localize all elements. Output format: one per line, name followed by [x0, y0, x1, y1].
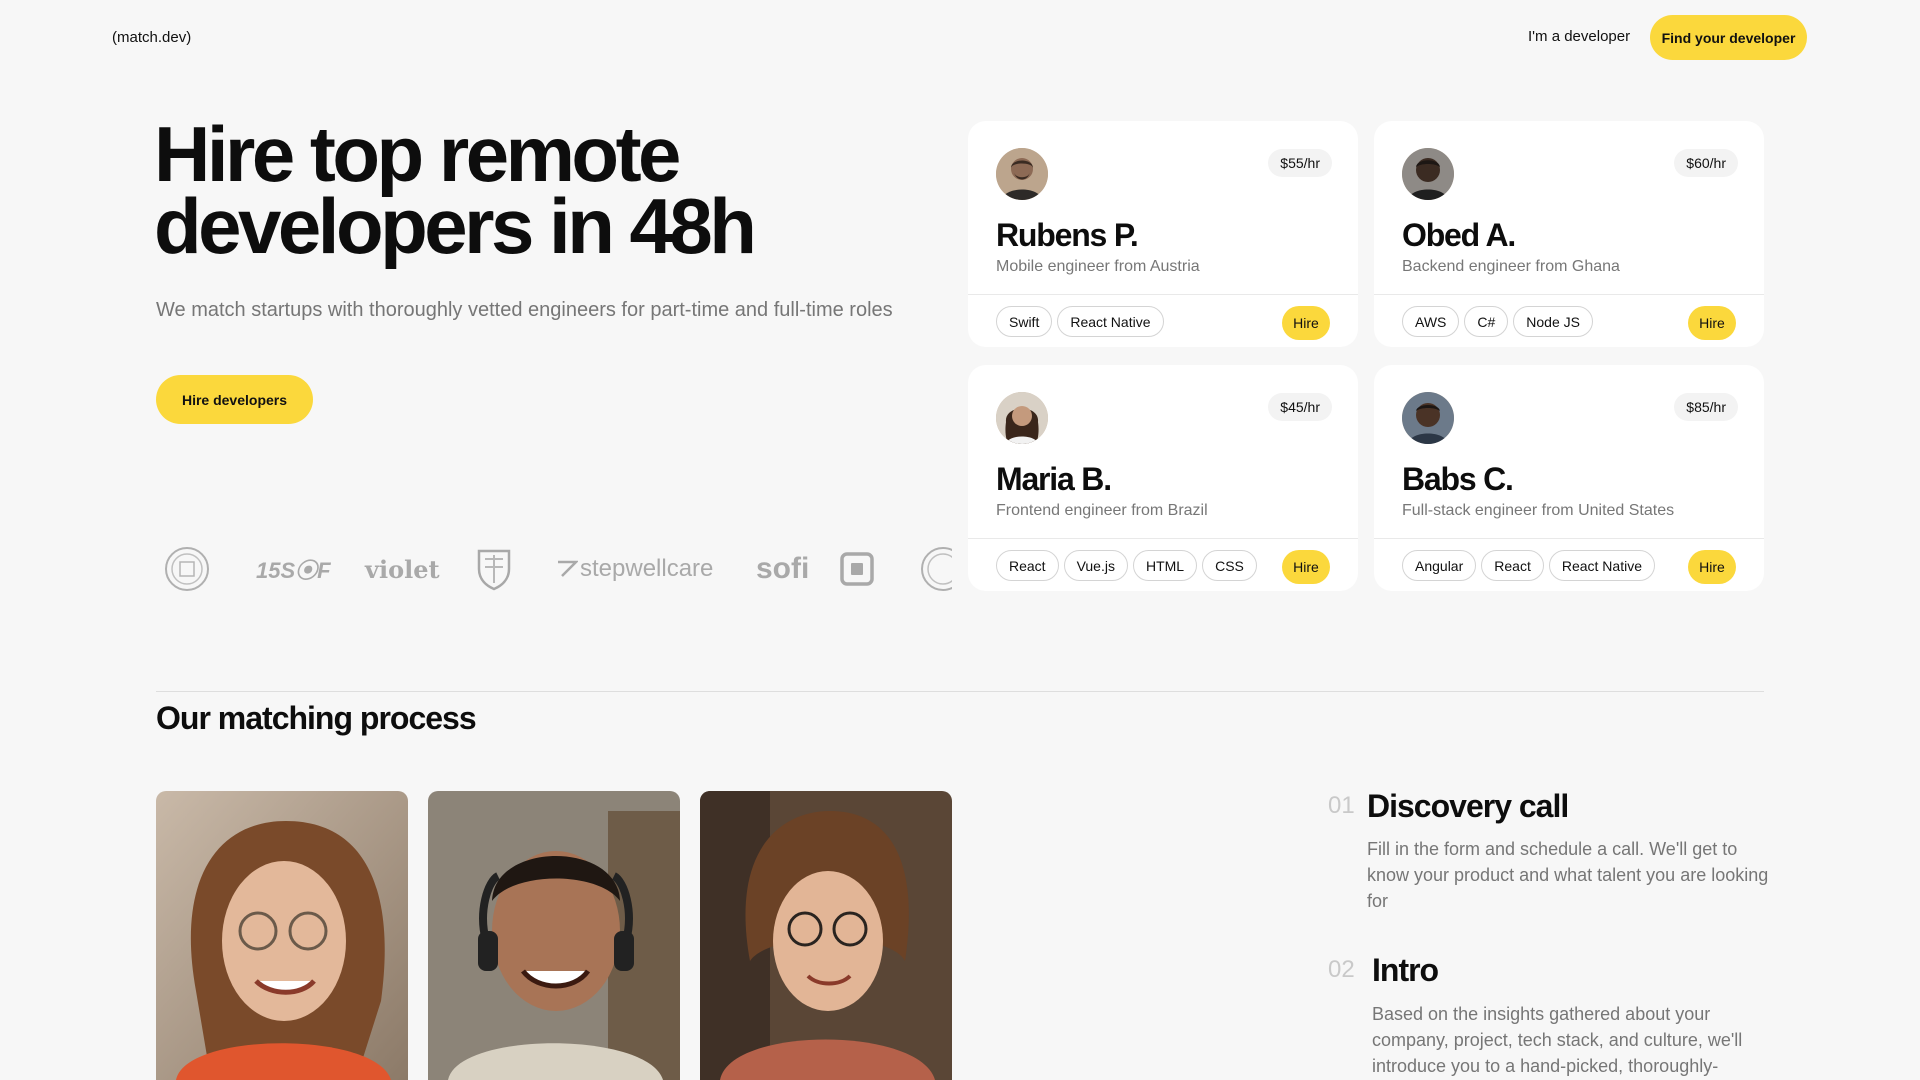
step-number: 01 [1328, 792, 1355, 819]
developer-role: Frontend engineer from Brazil [996, 502, 1208, 519]
hourly-rate-badge: $85/hr [1674, 393, 1738, 421]
crest-icon [476, 543, 512, 595]
hero-subtitle: We match startups with thoroughly vetted… [156, 299, 893, 321]
step-description: Based on the insights gathered about you… [1372, 1004, 1743, 1076]
skill-tag: React [1481, 550, 1544, 581]
developer-link[interactable]: I'm a developer [1528, 28, 1630, 45]
step-title: Discovery call [1367, 788, 1569, 824]
developer-card[interactable]: $60/hr Obed A. Backend engineer from Gha… [1374, 121, 1764, 347]
developer-role: Full-stack engineer from United States [1402, 502, 1675, 519]
skill-tag: Node JS [1513, 306, 1593, 337]
skill-tag: CSS [1202, 550, 1257, 581]
skill-tag: React [996, 550, 1059, 581]
hire-button[interactable]: Hire [1282, 306, 1330, 340]
card-divider [968, 538, 1358, 539]
skill-tag: AWS [1402, 306, 1460, 337]
hero-title-line-2: developers in 48h [154, 182, 757, 270]
skill-tags: Angular React React Native [1402, 550, 1655, 581]
step-description: Fill in the form and schedule a call. We… [1367, 839, 1769, 911]
skill-tags: React Vue.js HTML CSS [996, 550, 1257, 581]
avatar [996, 392, 1048, 444]
skill-tag: HTML [1132, 550, 1198, 581]
hero-title: Hire top remote developers in 48h [154, 110, 954, 270]
client-logos: 15S⦿F violet stepwellcare sofi [156, 543, 952, 595]
university-seal-icon [920, 543, 952, 595]
university-seal-icon [164, 543, 210, 595]
team-photo-2 [428, 791, 680, 1080]
avatar [1402, 392, 1454, 444]
stepwellcare-logo: stepwellcare [556, 543, 713, 595]
developer-name: Maria B. [996, 461, 1112, 497]
developer-card[interactable]: $85/hr Babs C. Full-stack engineer from … [1374, 365, 1764, 591]
find-developer-button[interactable]: Find your developer [1650, 15, 1807, 60]
avatar [1402, 148, 1454, 200]
skill-tags: AWS C# Node JS [1402, 306, 1593, 337]
violet-logo: violet [365, 554, 440, 584]
hero-title-line-1: Hire top remote [154, 110, 681, 198]
card-divider [968, 294, 1358, 295]
section-divider [156, 691, 1764, 692]
top-navigation: (match.dev) I'm a developer Find your de… [0, 0, 1920, 75]
developer-role: Mobile engineer from Austria [996, 258, 1200, 275]
skill-tags: Swift React Native [996, 306, 1164, 337]
card-divider [1374, 538, 1764, 539]
hourly-rate-badge: $45/hr [1268, 393, 1332, 421]
developer-role: Backend engineer from Ghana [1402, 258, 1620, 275]
hourly-rate-badge: $55/hr [1268, 149, 1332, 177]
hire-button[interactable]: Hire [1688, 306, 1736, 340]
skill-tag: React Native [1057, 306, 1164, 337]
step-title: Intro [1372, 952, 1439, 988]
avatar [996, 148, 1048, 200]
hire-button[interactable]: Hire [1282, 550, 1330, 584]
developer-name: Obed A. [1402, 217, 1516, 253]
card-divider [1374, 294, 1764, 295]
skill-tag: Swift [996, 306, 1053, 337]
step-number: 02 [1328, 956, 1355, 983]
developer-name: Rubens P. [996, 217, 1139, 253]
stepwell-mark-icon [558, 560, 578, 577]
stepwellcare-text: stepwellcare [580, 555, 714, 582]
section-title: Our matching process [156, 700, 477, 736]
skill-tag: Vue.js [1063, 550, 1128, 581]
team-photo-3 [700, 791, 952, 1080]
developer-card[interactable]: $55/hr Rubens P. Mobile engineer from Au… [968, 121, 1358, 347]
developer-card[interactable]: $45/hr Maria B. Frontend engineer from B… [968, 365, 1358, 591]
skill-tag: Angular [1402, 550, 1477, 581]
sofi-logo: sofi [756, 552, 810, 585]
1550f-logo: 15S⦿F [256, 558, 331, 583]
hire-button[interactable]: Hire [1688, 550, 1736, 584]
skill-tag: C# [1464, 306, 1509, 337]
team-photo-1 [156, 791, 408, 1080]
developer-name: Babs C. [1402, 461, 1514, 497]
hire-developers-button[interactable]: Hire developers [156, 375, 313, 424]
square-icon [840, 543, 874, 595]
brand-logo[interactable]: (match.dev) [112, 29, 191, 46]
skill-tag: React Native [1548, 550, 1655, 581]
hourly-rate-badge: $60/hr [1674, 149, 1738, 177]
